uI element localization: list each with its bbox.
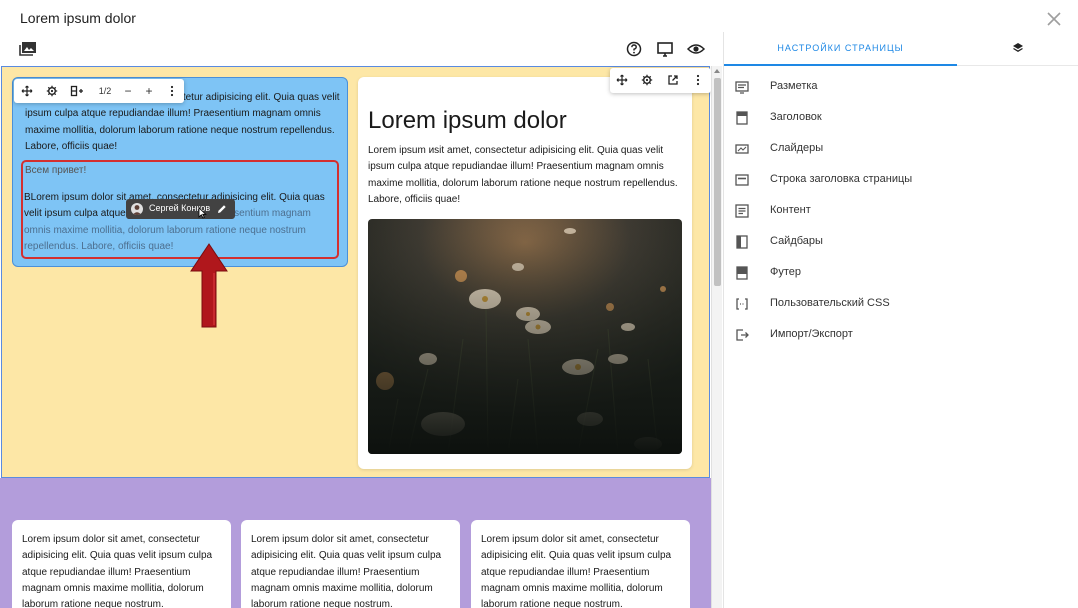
card-paragraph[interactable]: Lorem ipsum иsit amet, consectetur adipi…: [368, 143, 684, 208]
text-card[interactable]: Lorem ipsum dolor sit amet, consectetur …: [12, 520, 231, 608]
move-icon: [616, 74, 628, 86]
flowers-photo: [368, 219, 682, 454]
close-button[interactable]: [1043, 8, 1065, 30]
add-column-button[interactable]: [66, 79, 88, 103]
more-button[interactable]: [687, 68, 709, 92]
card-text[interactable]: Lorem ipsum dolor sit amet, consectetur …: [22, 532, 224, 608]
menu-item-import-export[interactable]: Импорт/Экспорт: [724, 320, 1078, 351]
section-row[interactable]: Lorem ipsum dolor sit amet, consectetur …: [1, 66, 711, 478]
flowers-image[interactable]: [368, 219, 682, 454]
gallery-button[interactable]: [18, 40, 38, 58]
menu-item-label: Разметка: [770, 80, 818, 92]
collaborator-tag[interactable]: Сергей Конков: [126, 199, 235, 219]
import-export-icon: [736, 329, 749, 341]
decrease-button[interactable]: −: [117, 79, 139, 103]
eye-icon: [686, 44, 706, 54]
menu-item-content[interactable]: Контент: [724, 196, 1078, 227]
card-toolbar: [610, 68, 711, 93]
page-canvas: Lorem ipsum dolor sit amet, consectetur …: [0, 66, 711, 608]
greeting-text[interactable]: Всем привет!: [25, 165, 86, 176]
window-title: Lorem ipsum dolor: [20, 10, 136, 26]
move-button[interactable]: [16, 79, 38, 103]
gear-icon: [46, 85, 58, 97]
help-icon: [626, 41, 642, 57]
card-text[interactable]: Lorem ipsum dolor sit amet, consectetur …: [481, 532, 683, 608]
layout-icon: [735, 81, 749, 94]
more-vert-icon: [696, 74, 700, 86]
page-settings-panel: НАСТРОЙКИ СТРАНИЦЫ Разметка Заголовок Сл…: [723, 32, 1078, 608]
settings-button[interactable]: [636, 68, 658, 92]
menu-item-label: Контент: [770, 204, 811, 216]
help-button[interactable]: [624, 40, 644, 58]
edit-icon: [216, 203, 228, 215]
more-vert-icon: [170, 85, 174, 97]
move-button[interactable]: [611, 68, 633, 92]
scroll-thumb[interactable]: [714, 78, 721, 286]
card-text[interactable]: Lorem ipsum dolor sit amet, consectetur …: [251, 532, 453, 608]
menu-item-footer[interactable]: Футер: [724, 258, 1078, 289]
increase-button[interactable]: +: [138, 79, 160, 103]
add-column-icon: [70, 85, 83, 97]
css-icon: [736, 298, 748, 310]
menu-item-sliders[interactable]: Слайдеры: [724, 134, 1078, 165]
annotation-arrow-icon: [188, 241, 230, 331]
content-icon: [735, 204, 749, 218]
mouse-cursor-icon: [198, 207, 207, 219]
menu-item-label: Слайдеры: [770, 142, 824, 154]
settings-button[interactable]: [41, 79, 63, 103]
header-icon: [736, 111, 748, 125]
gear-icon: [641, 74, 653, 86]
menu-item-sidebars[interactable]: Сайдбары: [724, 227, 1078, 258]
layers-icon: [1013, 43, 1023, 52]
menu-item-title-bar[interactable]: Строка заголовка страницы: [724, 165, 1078, 196]
menu-item-label: Заголовок: [770, 111, 822, 123]
block-toolbar: 1/2 − +: [14, 79, 184, 103]
sidebar-icon: [736, 235, 748, 249]
menu-item-layout[interactable]: Разметка: [724, 72, 1078, 103]
text-card[interactable]: Lorem ipsum dolor sit amet, consectetur …: [471, 520, 690, 608]
menu-item-label: Сайдбары: [770, 235, 823, 247]
title-bar-icon: [735, 174, 749, 186]
open-external-icon: [668, 75, 678, 85]
menu-item-custom-css[interactable]: Пользовательский CSS: [724, 289, 1078, 320]
menu-item-label: Импорт/Экспорт: [770, 328, 853, 340]
menu-item-label: Строка заголовка страницы: [770, 173, 913, 185]
scroll-up-icon[interactable]: [714, 69, 720, 73]
menu-item-label: Футер: [770, 266, 802, 278]
canvas-scrollbar[interactable]: [711, 66, 722, 608]
slider-icon: [735, 144, 749, 154]
column-pager[interactable]: 1/2: [93, 79, 117, 103]
desktop-view-button[interactable]: [655, 40, 675, 58]
menu-item-label: Пользовательский CSS: [770, 297, 890, 309]
desktop-icon: [657, 42, 673, 57]
close-icon: [1047, 12, 1061, 26]
move-icon: [21, 85, 33, 97]
content-card[interactable]: Lorem ipsum dolor Lorem ipsum иsit amet,…: [358, 77, 692, 469]
tab-layers[interactable]: [957, 32, 1078, 66]
preview-button[interactable]: [686, 40, 706, 58]
footer-icon: [736, 266, 748, 280]
card-heading[interactable]: Lorem ipsum dolor: [368, 107, 567, 135]
tab-page-settings[interactable]: НАСТРОЙКИ СТРАНИЦЫ: [724, 32, 957, 66]
user-avatar-icon: [132, 205, 142, 215]
open-external-button[interactable]: [662, 68, 684, 92]
gallery-icon: [19, 42, 36, 56]
more-button[interactable]: [161, 79, 183, 103]
text-card[interactable]: Lorem ipsum dolor sit amet, consectetur …: [241, 520, 460, 608]
avatar: [131, 203, 143, 215]
menu-item-header[interactable]: Заголовок: [724, 103, 1078, 134]
